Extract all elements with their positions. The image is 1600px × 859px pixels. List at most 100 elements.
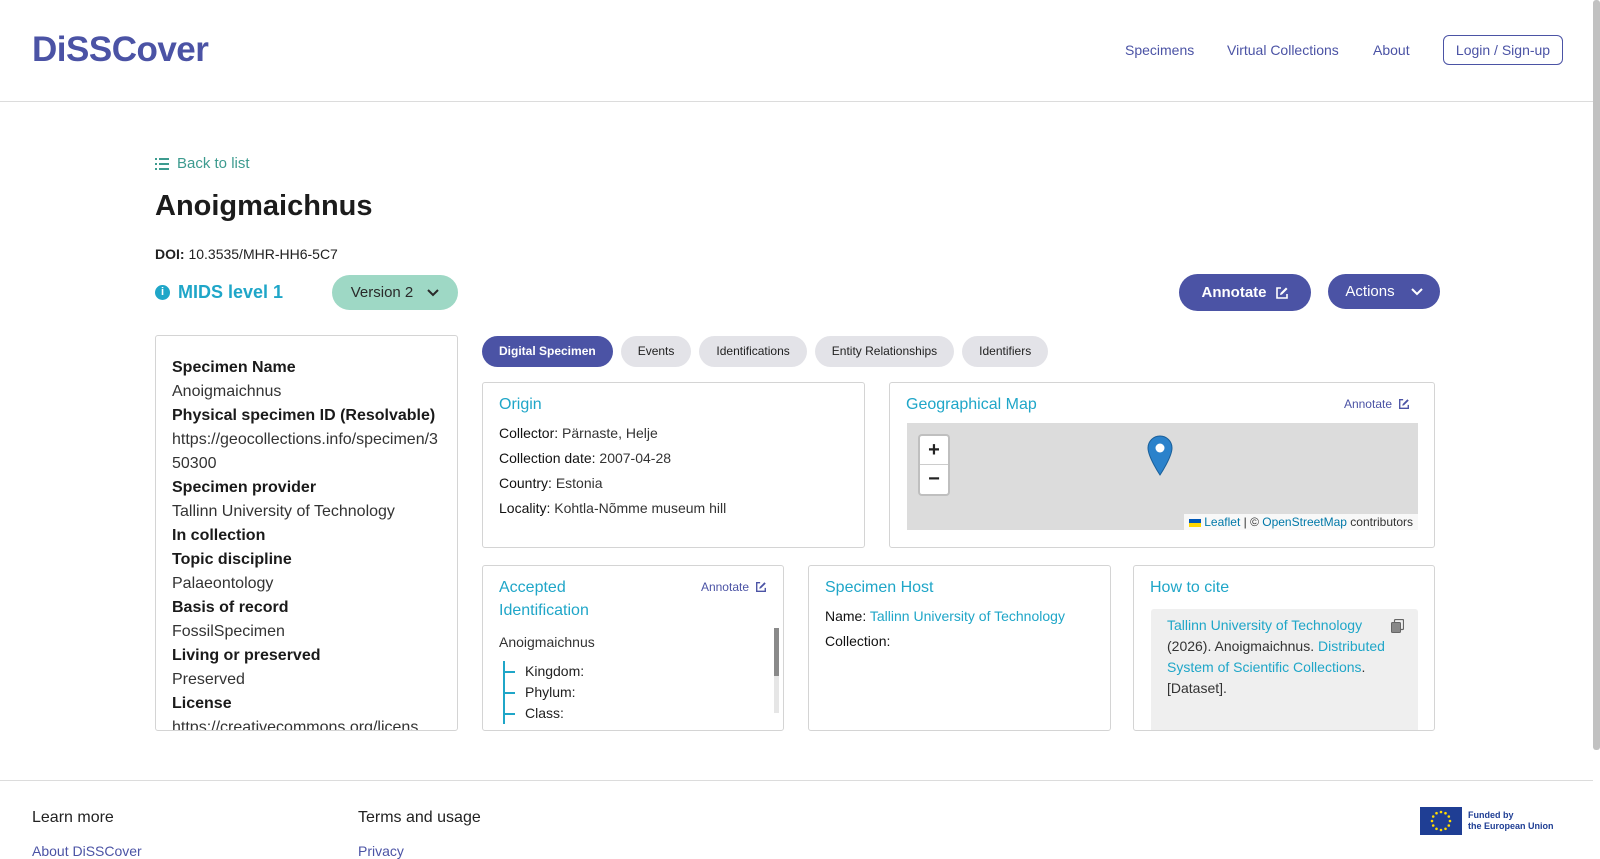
specimen-tabs: Digital Specimen Events Identifications … <box>482 336 1049 367</box>
field-label: Physical specimen ID (Resolvable) <box>172 407 436 424</box>
attribution-separator: | © <box>1240 515 1263 529</box>
footer-terms-heading: Terms and usage <box>358 809 481 826</box>
how-to-cite-card: How to cite Tallinn University of Techno… <box>1133 565 1435 731</box>
field-label: Specimen provider <box>172 479 317 496</box>
doi-label: DOI: <box>155 246 185 262</box>
version-label: Version 2 <box>350 284 414 301</box>
zoom-in-button[interactable]: + <box>920 436 948 465</box>
identification-name: Anoigmaichnus <box>499 634 595 650</box>
identification-annotate-label: Annotate <box>700 580 749 594</box>
eu-flag-icon <box>1420 807 1462 835</box>
tab-events[interactable]: Events <box>620 336 692 367</box>
map-annotate-button[interactable]: Annotate <box>1344 397 1410 411</box>
specimen-host-card: Specimen Host Name: Tallinn University o… <box>808 565 1111 731</box>
field-label: Basis of record <box>172 599 289 616</box>
mids-level-label: MIDS level 1 <box>178 282 284 302</box>
geographical-map-card: Geographical Map Annotate + − Leaflet | … <box>889 382 1435 548</box>
map-annotate-label: Annotate <box>1343 397 1392 411</box>
row-label: Collector: <box>499 425 559 441</box>
ukraine-flag-icon <box>1188 518 1201 527</box>
field-value: Anoigmaichnus <box>172 383 282 400</box>
page-scrollbar[interactable] <box>1593 0 1600 750</box>
actions-label: Actions <box>1345 283 1395 300</box>
row-value: 2007-04-28 <box>599 450 672 466</box>
identification-scrollbar[interactable] <box>774 628 779 713</box>
login-signup-button[interactable]: Login / Sign-up <box>1443 35 1563 65</box>
site-footer: Learn more About DiSSCover Terms and usa… <box>0 780 1593 859</box>
chevron-down-icon <box>427 288 439 296</box>
leaflet-link[interactable]: Leaflet <box>1204 515 1240 529</box>
attribution-tail: contributors <box>1346 515 1413 529</box>
back-to-list-label: Back to list <box>177 155 250 172</box>
doi: DOI: 10.3535/MHR-HH6-5C7 <box>155 246 338 262</box>
taxon-class: Class: <box>503 703 767 724</box>
field-value: Palaeontology <box>172 575 274 592</box>
nav-specimens[interactable]: Specimens <box>1125 42 1194 58</box>
eu-funding-text: Funded by the European Union <box>1468 810 1554 832</box>
tab-digital-specimen[interactable]: Digital Specimen <box>482 336 613 367</box>
field-value: Preserved <box>172 671 245 688</box>
site-header: DiSSCover Specimens Virtual Collections … <box>0 0 1593 102</box>
geographical-map-title: Geographical Map <box>906 396 1037 413</box>
tab-identifications[interactable]: Identifications <box>699 336 807 367</box>
info-icon: i <box>155 285 170 300</box>
accepted-identification-title: Accepted Identification <box>499 579 589 619</box>
field-value[interactable]: https://geocollections.info/specimen/350… <box>172 428 441 476</box>
identification-annotate-button[interactable]: Annotate <box>701 580 767 594</box>
field-label: License <box>172 695 232 712</box>
citation-text: (2026). Anoigmaichnus. <box>1167 638 1318 654</box>
row-label: Locality: <box>499 500 551 516</box>
eu-funding-line1: Funded by <box>1468 810 1514 820</box>
openstreetmap-link[interactable]: OpenStreetMap <box>1262 515 1347 529</box>
nav-about[interactable]: About <box>1373 42 1410 58</box>
host-collection-row: Collection: <box>825 629 1094 654</box>
accepted-identification-card: Accepted Identification Annotate Anoigma… <box>482 565 784 731</box>
origin-card: Origin Collector: Pärnaste, Helje Collec… <box>482 382 865 548</box>
row-label: Country: <box>499 475 552 491</box>
origin-title: Origin <box>499 396 542 413</box>
field-value[interactable]: https://creativecommons.org/licens <box>172 716 441 730</box>
footer-learn-more-heading: Learn more <box>32 809 114 826</box>
back-to-list-link[interactable]: Back to list <box>155 155 250 172</box>
annotate-button-label: Annotate <box>1201 284 1267 301</box>
row-label: Collection: <box>825 633 891 649</box>
field-value: FossilSpecimen <box>172 623 285 640</box>
taxon-kingdom: Kingdom: <box>503 661 767 682</box>
taxon-phylum: Phylum: <box>503 682 767 703</box>
edit-icon <box>1275 286 1288 299</box>
chevron-down-icon <box>1410 287 1423 295</box>
host-name-link[interactable]: Tallinn University of Technology <box>870 608 1065 624</box>
site-logo[interactable]: DiSSCover <box>32 30 209 70</box>
scrollbar-thumb[interactable] <box>774 628 779 676</box>
field-label: Living or preserved <box>172 647 321 664</box>
edit-icon <box>756 582 766 592</box>
row-label: Collection date: <box>499 450 596 466</box>
nav-virtual-collections[interactable]: Virtual Collections <box>1227 42 1339 58</box>
field-label: Specimen Name <box>172 359 296 376</box>
origin-row: Collection date: 2007-04-28 <box>499 446 848 471</box>
eu-funding-logo: Funded by the European Union <box>1420 807 1554 835</box>
tab-identifiers[interactable]: Identifiers <box>962 336 1049 367</box>
map-attribution: Leaflet | © OpenStreetMap contributors <box>1183 514 1418 530</box>
copy-icon[interactable] <box>1391 619 1404 633</box>
origin-row: Locality: Kohtla-Nõmme museum hill <box>499 496 848 521</box>
origin-row: Country: Estonia <box>499 471 848 496</box>
host-name-row: Name: Tallinn University of Technology <box>825 604 1094 629</box>
citation-provider-link[interactable]: Tallinn University of Technology <box>1167 617 1362 633</box>
zoom-out-button[interactable]: − <box>920 465 948 494</box>
field-value: Tallinn University of Technology <box>172 503 395 520</box>
list-icon <box>155 157 169 170</box>
field-label: In collection <box>172 527 266 544</box>
mids-level[interactable]: i MIDS level 1 <box>155 282 283 303</box>
tab-entity-relationships[interactable]: Entity Relationships <box>814 336 955 367</box>
citation-box: Tallinn University of Technology (2026).… <box>1151 609 1418 730</box>
map-marker-icon[interactable] <box>1147 435 1173 476</box>
annotate-button[interactable]: Annotate <box>1179 274 1311 311</box>
map-view[interactable]: + − Leaflet | © OpenStreetMap contributo… <box>907 423 1418 530</box>
edit-icon <box>1399 399 1409 409</box>
actions-dropdown[interactable]: Actions <box>1328 274 1440 309</box>
row-value: Pärnaste, Helje <box>562 425 658 441</box>
version-dropdown[interactable]: Version 2 <box>332 275 458 310</box>
how-to-cite-title: How to cite <box>1150 579 1230 596</box>
taxonomy-tree: Kingdom: Phylum: Class: <box>499 661 767 724</box>
